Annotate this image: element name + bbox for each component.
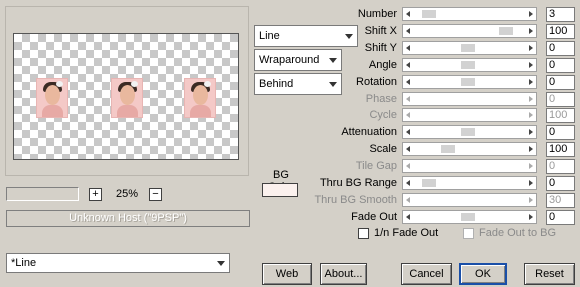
arrow-right-icon[interactable]	[529, 96, 533, 102]
angle-label: Angle	[368, 59, 397, 71]
preview-canvas[interactable]	[13, 33, 239, 160]
arrow-right-icon[interactable]	[529, 11, 533, 17]
rotation-value-field[interactable]: 0	[546, 75, 575, 90]
host-label: Unknown Host ("9PSP")	[6, 210, 250, 227]
rotation-slider[interactable]	[402, 75, 537, 89]
fade-bg-checkbox[interactable]	[463, 228, 474, 239]
fade-out-slider[interactable]	[402, 210, 537, 224]
arrow-left-icon[interactable]	[406, 62, 410, 68]
fade-out-label: Fade Out	[351, 211, 397, 223]
arrow-left-icon[interactable]	[406, 28, 410, 34]
arrow-left-icon[interactable]	[406, 112, 410, 118]
cycle-value-field: 100	[546, 108, 575, 123]
arrow-right-icon[interactable]	[529, 62, 533, 68]
shift-x-label: Shift X	[364, 25, 397, 37]
preset-value: *Line	[11, 257, 37, 269]
attenuation-slider[interactable]	[402, 125, 537, 139]
arrow-right-icon[interactable]	[529, 79, 533, 85]
tile-image	[111, 78, 143, 118]
tile-gap-label: Tile Gap	[355, 160, 397, 172]
arrow-right-icon[interactable]	[529, 180, 533, 186]
rotation-label: Rotation	[356, 76, 397, 88]
shift-x-slider-thumb[interactable]	[499, 27, 513, 35]
arrow-left-icon[interactable]	[406, 129, 410, 135]
chevron-down-icon	[217, 261, 225, 266]
reset-button[interactable]: Reset	[524, 263, 575, 285]
arrow-right-icon[interactable]	[529, 129, 533, 135]
about-button[interactable]: About...	[320, 263, 367, 285]
tile-gap-slider	[402, 159, 537, 173]
number-label: Number	[357, 8, 397, 20]
arrow-right-icon[interactable]	[529, 45, 533, 51]
fade-out-slider-thumb[interactable]	[461, 213, 475, 221]
number-slider[interactable]	[402, 7, 537, 21]
arrow-left-icon[interactable]	[406, 146, 410, 152]
zoom-in-button[interactable]: +	[89, 188, 102, 201]
thru-bg-smooth-value-field: 30	[546, 193, 575, 208]
number-slider-thumb[interactable]	[422, 10, 436, 18]
arrangement-value: Line	[259, 30, 280, 42]
scale-slider[interactable]	[402, 142, 537, 156]
number-value-field[interactable]: 3	[546, 7, 575, 22]
phase-slider	[402, 92, 537, 106]
shift-x-value-field[interactable]: 100	[546, 24, 575, 39]
web-button[interactable]: Web	[262, 263, 312, 285]
thru-bg-range-label: Thru BG Range	[319, 177, 397, 189]
arrow-left-icon[interactable]	[406, 11, 410, 17]
scale-label: Scale	[369, 143, 397, 155]
arrow-left-icon[interactable]	[406, 45, 410, 51]
thru-bg-range-slider[interactable]	[402, 176, 537, 190]
arrow-right-icon[interactable]	[529, 197, 533, 203]
arrow-right-icon[interactable]	[529, 163, 533, 169]
fade-bg-label: Fade Out to BG	[479, 227, 557, 239]
shift-y-slider[interactable]	[402, 41, 537, 55]
layer-value: Behind	[259, 78, 294, 90]
ok-button[interactable]: OK	[459, 263, 507, 285]
scale-slider-thumb[interactable]	[441, 145, 455, 153]
cycle-slider	[402, 108, 537, 122]
thru-bg-range-slider-thumb[interactable]	[422, 179, 436, 187]
tile-gap-value-field: 0	[546, 159, 575, 174]
tile-image	[184, 78, 216, 118]
arrow-right-icon[interactable]	[529, 214, 533, 220]
thru-bg-smooth-slider	[402, 193, 537, 207]
attenuation-slider-thumb[interactable]	[461, 128, 475, 136]
thru-bg-range-value-field[interactable]: 0	[546, 176, 575, 191]
zoom-level: 25%	[115, 188, 139, 200]
zoom-status-box	[6, 187, 79, 201]
shift-x-slider[interactable]	[402, 24, 537, 38]
rotation-slider-thumb[interactable]	[461, 78, 475, 86]
attenuation-label: Attenuation	[341, 126, 397, 138]
scale-value-field[interactable]: 100	[546, 142, 575, 157]
preset-select[interactable]: *Line	[6, 253, 230, 273]
arrow-right-icon[interactable]	[529, 146, 533, 152]
phase-label: Phase	[365, 93, 397, 105]
fade-out-value-field[interactable]: 0	[546, 210, 575, 225]
fade-1n-checkbox[interactable]	[358, 228, 369, 239]
cycle-label: Cycle	[369, 109, 397, 121]
angle-value-field[interactable]: 0	[546, 58, 575, 73]
tile-image	[36, 78, 68, 118]
arrow-left-icon[interactable]	[406, 79, 410, 85]
attenuation-value-field[interactable]: 0	[546, 125, 575, 140]
angle-slider-thumb[interactable]	[461, 61, 475, 69]
shift-y-slider-thumb[interactable]	[461, 44, 475, 52]
arrow-left-icon[interactable]	[406, 163, 410, 169]
arrow-left-icon[interactable]	[406, 180, 410, 186]
arrow-right-icon[interactable]	[529, 28, 533, 34]
arrow-right-icon[interactable]	[529, 112, 533, 118]
fade-1n-label: 1/n Fade Out	[374, 227, 439, 239]
arrow-left-icon[interactable]	[406, 96, 410, 102]
angle-slider[interactable]	[402, 58, 537, 72]
phase-value-field: 0	[546, 92, 575, 107]
shift-y-value-field[interactable]: 0	[546, 41, 575, 56]
arrow-left-icon[interactable]	[406, 197, 410, 203]
zoom-out-button[interactable]: −	[149, 188, 162, 201]
bg-color-swatch[interactable]	[262, 183, 298, 197]
shift-y-label: Shift Y	[364, 42, 397, 54]
cancel-button[interactable]: Cancel	[401, 263, 452, 285]
arrow-left-icon[interactable]	[406, 214, 410, 220]
thru-bg-smooth-label: Thru BG Smooth	[314, 194, 397, 206]
